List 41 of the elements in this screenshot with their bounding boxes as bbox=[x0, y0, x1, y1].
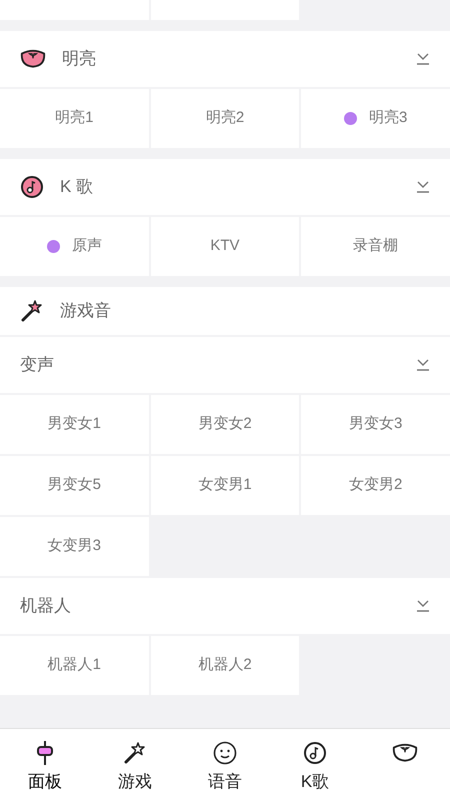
lips-icon bbox=[20, 49, 46, 69]
music-note-icon bbox=[20, 175, 44, 199]
section-title: 明亮 bbox=[62, 48, 97, 70]
voice-option[interactable]: 机器人2 bbox=[150, 636, 300, 695]
voice-option[interactable]: 明亮2 bbox=[150, 89, 300, 148]
section-title: K 歌 bbox=[60, 176, 94, 198]
magic-wand-icon bbox=[123, 741, 147, 765]
voice-option[interactable]: 男变女2 bbox=[150, 395, 300, 454]
tab[interactable]: 游戏 bbox=[90, 729, 180, 800]
voice-option[interactable]: 女变男2 bbox=[301, 456, 450, 515]
tab[interactable]: 语音 bbox=[180, 729, 270, 800]
voice-option[interactable]: 录音棚 bbox=[301, 217, 450, 276]
slider-icon bbox=[36, 740, 54, 766]
tab[interactable]: K歌 bbox=[270, 729, 360, 800]
tab[interactable]: 面板 bbox=[0, 729, 90, 800]
lips-icon bbox=[392, 743, 418, 763]
section-header[interactable]: 明亮 bbox=[0, 31, 450, 87]
section-title: 游戏音 bbox=[60, 300, 112, 322]
voice-option[interactable]: 男变女1 bbox=[0, 395, 149, 454]
expand-icon[interactable] bbox=[416, 600, 430, 612]
expand-icon[interactable] bbox=[416, 53, 430, 65]
music-note-icon bbox=[303, 741, 327, 765]
section-header[interactable]: 机器人 bbox=[0, 578, 450, 634]
magic-wand-icon bbox=[20, 299, 44, 323]
voice-option[interactable]: 男变女3 bbox=[301, 395, 450, 454]
expand-icon[interactable] bbox=[416, 359, 430, 371]
voice-option[interactable]: KTV bbox=[150, 217, 300, 276]
section-title: 机器人 bbox=[20, 595, 72, 618]
section-header[interactable]: 游戏音 bbox=[0, 287, 450, 335]
voice-option[interactable]: 明亮1 bbox=[0, 89, 149, 148]
voice-option[interactable]: 女变男1 bbox=[150, 456, 300, 515]
voice-option[interactable]: 男变女5 bbox=[0, 456, 149, 515]
expand-icon[interactable] bbox=[416, 181, 430, 193]
section-header[interactable]: 变声 bbox=[0, 337, 450, 393]
voice-option[interactable]: 机器人1 bbox=[0, 636, 149, 695]
section-title: 变声 bbox=[20, 354, 55, 376]
smiley-icon bbox=[213, 741, 237, 765]
voice-option[interactable]: 明亮3 bbox=[301, 89, 450, 148]
voice-option[interactable]: 女变男3 bbox=[0, 517, 149, 576]
section-header[interactable]: K 歌 bbox=[0, 159, 450, 215]
voice-option[interactable]: 原声 bbox=[0, 217, 149, 276]
